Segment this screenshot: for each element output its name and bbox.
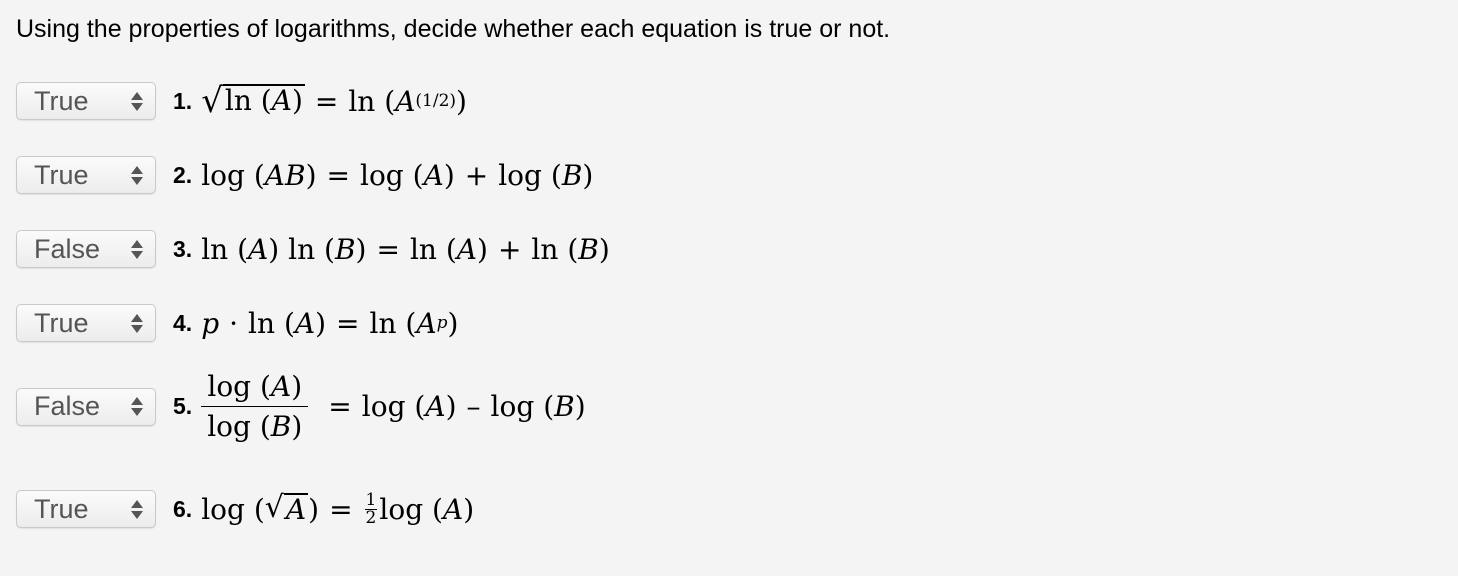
equation: √ ln (A) = ln (A (1/2)) xyxy=(201,81,467,121)
chevron-updown-icon xyxy=(131,91,143,111)
sqrt-expression: √ A xyxy=(264,489,309,526)
answer-select-value: True xyxy=(34,85,89,116)
answer-select-6[interactable]: True xyxy=(16,490,156,528)
equation-row-6: True 6. log ( √ A ) = 12 log (A) xyxy=(16,490,474,528)
chevron-updown-icon xyxy=(131,313,143,333)
answer-select-value: False xyxy=(34,391,101,421)
equation-row-1: True 1. √ ln (A) = ln (A (1/2)) xyxy=(16,82,467,120)
equation-number: 2. xyxy=(173,161,193,188)
answer-select-4[interactable]: True xyxy=(16,304,156,342)
equation-row-4: True 4. p · ln (A) = ln (Ap) xyxy=(16,304,458,342)
equation-row-2: True 2. log (AB) = log (A) + log (B) xyxy=(16,156,593,194)
equation-number: 1. xyxy=(173,87,193,114)
equation: log (AB) = log (A) + log (B) xyxy=(201,158,594,192)
answer-select-value: True xyxy=(34,307,89,338)
chevron-updown-icon xyxy=(131,499,143,519)
half-fraction: 12 xyxy=(364,489,378,528)
answer-select-1[interactable]: True xyxy=(16,82,156,120)
radical-sign: √ xyxy=(201,81,223,121)
chevron-updown-icon xyxy=(131,165,143,185)
equation-row-5: False 5. log (A) log (B) = log (A) – log… xyxy=(16,370,586,443)
equation: p · ln (A) = ln (Ap) xyxy=(201,306,459,340)
answer-select-value: True xyxy=(34,493,89,524)
chevron-updown-icon xyxy=(131,239,143,259)
answer-select-2[interactable]: True xyxy=(16,156,156,194)
sqrt-expression: √ ln (A) xyxy=(201,81,305,121)
equation-number: 6. xyxy=(173,495,193,522)
radical-sign: √ xyxy=(264,489,284,525)
equation-row-3: False 3. ln (A) ln (B) = ln (A) + ln (B) xyxy=(16,230,610,268)
answer-select-value: False xyxy=(34,233,101,264)
answer-select-5[interactable]: False xyxy=(16,387,156,426)
equation: log (A) log (B) = log (A) – log (B) xyxy=(201,370,586,443)
equation: log ( √ A ) = 12 log (A) xyxy=(201,489,475,528)
equation-number: 4. xyxy=(173,309,193,336)
answer-select-value: True xyxy=(34,159,89,190)
fraction: log (A) log (B) xyxy=(201,370,309,443)
equation-number: 5. xyxy=(173,393,193,419)
answer-select-3[interactable]: False xyxy=(16,230,156,268)
chevron-updown-icon xyxy=(131,397,143,416)
equation: ln (A) ln (B) = ln (A) + ln (B) xyxy=(201,232,610,266)
equation-number: 3. xyxy=(173,235,193,262)
question-text: Using the properties of logarithms, deci… xyxy=(16,15,891,43)
